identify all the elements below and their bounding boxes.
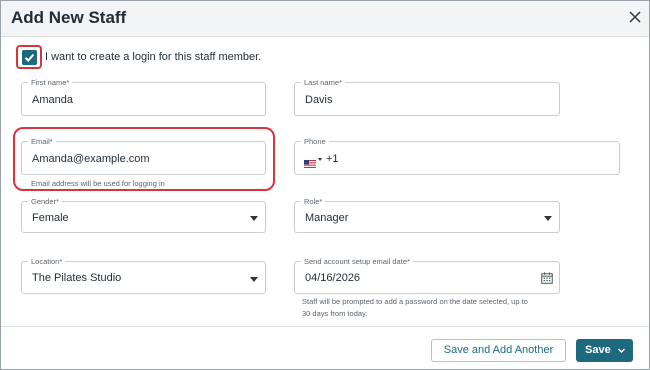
save-and-add-another-button[interactable]: Save and Add Another (431, 339, 566, 362)
setup-email-date-label: Send account setup email date* (301, 257, 413, 266)
first-name-value: Amanda (32, 94, 73, 106)
dialog-footer: Save and Add Another Save (1, 326, 649, 369)
chevron-down-icon (544, 216, 552, 221)
chevron-down-icon (250, 216, 258, 221)
gender-select[interactable]: Gender* Female (21, 197, 266, 233)
email-hint: Email address will be used for logging i… (31, 179, 165, 188)
location-select[interactable]: Location* The Pilates Studio (21, 257, 266, 294)
chevron-down-icon (250, 277, 258, 282)
save-button[interactable]: Save (576, 339, 633, 362)
setup-email-date-hint-line2: 30 days from today. (302, 309, 368, 318)
login-checkbox[interactable] (22, 50, 37, 65)
checkmark-icon (24, 53, 35, 62)
calendar-icon[interactable] (541, 271, 553, 284)
location-value: The Pilates Studio (32, 272, 122, 284)
last-name-value: Davis (305, 94, 333, 106)
login-checkbox-highlight (16, 45, 42, 69)
login-checkbox-label: I want to create a login for this staff … (45, 51, 262, 63)
chevron-down-icon[interactable] (617, 346, 626, 355)
dialog-header: Add New Staff (1, 1, 649, 37)
gender-label: Gender* (28, 197, 62, 206)
last-name-field[interactable]: Last name* Davis (294, 78, 560, 116)
email-field[interactable]: Email* Amanda@example.com (21, 137, 266, 175)
email-label: Email* (28, 137, 56, 146)
role-select[interactable]: Role* Manager (294, 197, 560, 233)
location-label: Location* (28, 257, 66, 266)
role-value: Manager (305, 212, 349, 224)
setup-email-date-field[interactable]: Send account setup email date* 04/16/202… (294, 257, 560, 294)
phone-label: Phone (301, 137, 329, 146)
dialog-title: Add New Staff (11, 8, 127, 27)
close-icon[interactable] (627, 9, 643, 25)
save-button-label: Save (585, 344, 611, 356)
last-name-label: Last name* (301, 78, 345, 87)
gender-value: Female (32, 212, 69, 224)
phone-country-code: +1 (326, 153, 339, 165)
add-staff-dialog: Add New Staff I want to create a login f… (0, 0, 650, 370)
email-value: Amanda@example.com (32, 153, 150, 165)
setup-email-date-hint-line1: Staff will be prompted to add a password… (302, 297, 528, 306)
country-dropdown-icon[interactable] (318, 158, 322, 161)
role-label: Role* (301, 197, 326, 206)
first-name-field[interactable]: First name* Amanda (21, 78, 266, 116)
first-name-label: First name* (28, 78, 73, 87)
us-flag-icon[interactable] (304, 155, 316, 168)
phone-field[interactable]: Phone +1 (294, 137, 620, 175)
setup-email-date-value: 04/16/2026 (305, 272, 361, 284)
